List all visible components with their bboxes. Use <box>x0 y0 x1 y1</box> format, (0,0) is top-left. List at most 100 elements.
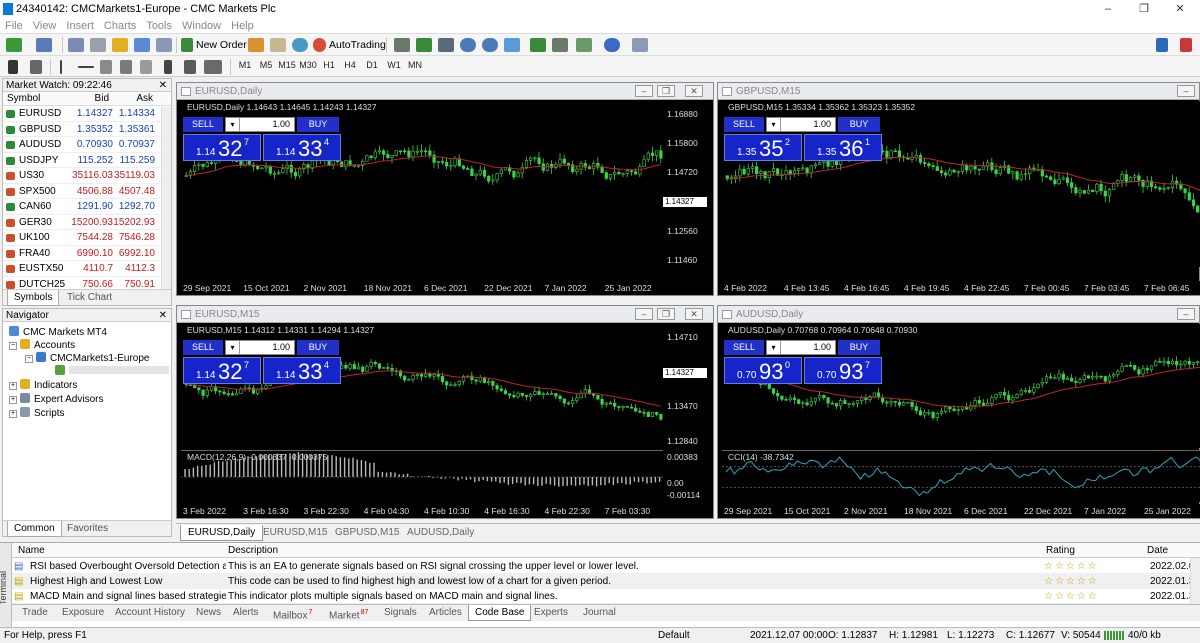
close-icon[interactable]: ✕ <box>685 308 703 320</box>
buy-button[interactable]: BUY <box>838 117 880 132</box>
collapse-icon[interactable]: − <box>25 355 33 363</box>
lot-size-input[interactable]: ▾ 1.00 <box>766 117 836 132</box>
community-icon[interactable] <box>1180 38 1192 52</box>
restore-icon[interactable]: ❐ <box>657 308 675 320</box>
tab-code-base[interactable]: Code Base <box>468 605 532 621</box>
tab-signals[interactable]: Signals <box>378 605 423 621</box>
buy-price[interactable]: 1.35 36 1 <box>804 134 882 161</box>
channel-icon[interactable] <box>120 60 132 74</box>
timeframe-m1[interactable]: M1 <box>236 60 254 70</box>
tab-experts[interactable]: Experts <box>528 605 574 621</box>
expand-icon[interactable]: + <box>9 410 17 418</box>
tab-account-history[interactable]: Account History <box>109 605 191 621</box>
collapse-icon[interactable]: − <box>9 342 17 350</box>
trendline-icon[interactable] <box>100 60 112 74</box>
tab-tick-chart[interactable]: Tick Chart <box>61 290 118 306</box>
buy-price[interactable]: 1.14 33 4 <box>263 134 341 161</box>
indicators-icon[interactable] <box>576 38 592 52</box>
nav-expert-advisors[interactable]: + Expert Advisors <box>9 393 103 405</box>
table-row[interactable]: ▤ MACD Main and signal lines based strat… <box>12 589 1200 604</box>
timeframe-mn[interactable]: MN <box>406 60 424 70</box>
tab-exposure[interactable]: Exposure <box>56 605 110 621</box>
new-order-button[interactable]: New Order <box>196 39 247 51</box>
column-ask[interactable]: Ask <box>136 92 153 106</box>
market-watch-row[interactable]: AUDUSD 0.70930 0.70937 <box>3 137 171 153</box>
market-watch-row[interactable]: UK100 7544.28 7546.28 <box>3 230 171 246</box>
buy-button[interactable]: BUY <box>297 340 339 355</box>
tab-mailbox[interactable]: Mailbox7 <box>267 605 318 621</box>
nav-accounts[interactable]: − Accounts <box>9 339 75 351</box>
tab-articles[interactable]: Articles <box>423 605 468 621</box>
templates-icon[interactable] <box>632 38 648 52</box>
crosshair-icon[interactable] <box>30 60 42 74</box>
metaeditor-icon[interactable] <box>248 38 264 52</box>
row-rating[interactable]: ☆☆☆☆☆ <box>1044 589 1099 604</box>
timeframe-h1[interactable]: H1 <box>320 60 338 70</box>
nav-scripts[interactable]: + Scripts <box>9 407 65 419</box>
sell-price[interactable]: 1.35 35 2 <box>724 134 802 161</box>
sell-button[interactable]: SELL <box>183 340 223 355</box>
chart-title-bar[interactable]: AUDUSD,Daily – <box>718 306 1199 323</box>
menu-charts[interactable]: Charts <box>99 18 141 34</box>
table-row[interactable]: ▤ Highest High and Lowest Low This code … <box>12 574 1200 589</box>
terminal-scrollbar[interactable] <box>1190 558 1200 604</box>
market-watch-row[interactable]: GBPUSD 1.35352 1.35361 <box>3 122 171 137</box>
sell-button[interactable]: SELL <box>724 340 764 355</box>
label-icon[interactable] <box>184 60 196 74</box>
market-watch-row[interactable]: USDJPY 115.252 115.259 <box>3 153 171 168</box>
profiles-icon[interactable] <box>36 38 52 52</box>
timeframe-d1[interactable]: D1 <box>363 60 381 70</box>
menu-tools[interactable]: Tools <box>141 18 177 34</box>
chart-tab-audusd-daily[interactable]: AUDUSD,Daily <box>400 525 481 541</box>
timeframe-m15[interactable]: M15 <box>278 60 296 70</box>
text-icon[interactable] <box>164 60 172 74</box>
minimize-icon[interactable]: – <box>635 308 653 320</box>
terminal-icon[interactable] <box>134 38 150 52</box>
chart-window[interactable]: GBPUSD,M15 – GBPUSD,M15 1.35334 1.35362 1.… <box>717 82 1200 296</box>
chart-shift-icon[interactable] <box>530 38 546 52</box>
column-bid[interactable]: Bid <box>95 92 109 106</box>
chevron-down-icon[interactable]: ▾ <box>767 118 781 131</box>
tab-symbols[interactable]: Symbols <box>7 290 60 306</box>
options-icon[interactable] <box>270 38 286 52</box>
new-order-icon[interactable] <box>181 38 193 52</box>
restore-icon[interactable]: ❐ <box>657 85 675 97</box>
autotrading-icon[interactable] <box>313 38 326 52</box>
minimize-icon[interactable]: – <box>1177 85 1195 97</box>
menu-view[interactable]: View <box>28 18 62 34</box>
autoscroll-icon[interactable] <box>552 38 568 52</box>
column-name[interactable]: Name <box>18 543 45 558</box>
chart-window[interactable]: EURUSD,Daily – ❐ ✕ EURUSD,Daily 1.14643 1.14… <box>176 82 714 296</box>
tab-alerts[interactable]: Alerts <box>227 605 265 621</box>
sell-button[interactable]: SELL <box>724 117 764 132</box>
chart-tab-eurusd-daily[interactable]: EURUSD,Daily <box>180 525 264 541</box>
chevron-down-icon[interactable]: ▾ <box>767 341 781 354</box>
navigator-icon[interactable] <box>112 38 128 52</box>
zoom-in-icon[interactable] <box>460 38 476 52</box>
timeframe-w1[interactable]: W1 <box>385 60 403 70</box>
search-icon[interactable] <box>1156 38 1168 52</box>
chart-tab-gbpusd-m15[interactable]: GBPUSD,M15 <box>328 525 406 541</box>
menu-window[interactable]: Window <box>177 18 226 34</box>
close-icon[interactable]: ✕ <box>159 309 167 322</box>
vertical-line-icon[interactable] <box>60 60 62 74</box>
tab-news[interactable]: News <box>190 605 227 621</box>
menu-help[interactable]: Help <box>226 18 259 34</box>
column-date[interactable]: Date <box>1147 543 1168 558</box>
tab-favorites[interactable]: Favorites <box>61 521 114 537</box>
market-watch-row[interactable]: FRA40 6990.10 6992.10 <box>3 246 171 261</box>
candlesticks-icon[interactable] <box>416 38 432 52</box>
chart-title-bar[interactable]: EURUSD,Daily – ❐ ✕ <box>177 83 713 100</box>
chevron-down-icon[interactable]: ▾ <box>226 341 240 354</box>
buy-price[interactable]: 0.70 93 7 <box>804 357 882 384</box>
tab-common[interactable]: Common <box>7 521 62 537</box>
timeframe-m5[interactable]: M5 <box>257 60 275 70</box>
zoom-out-icon[interactable] <box>482 38 498 52</box>
close-button[interactable]: ✕ <box>1162 0 1198 18</box>
chart-window[interactable]: EURUSD,M15 – ❐ ✕ EURUSD,M15 1.14312 1.14331 … <box>176 305 714 519</box>
market-watch-row[interactable]: GER30 15200.93 15202.93 <box>3 215 171 230</box>
column-description[interactable]: Description <box>228 543 278 558</box>
expand-icon[interactable]: + <box>9 382 17 390</box>
cursor-icon[interactable] <box>8 60 18 74</box>
tab-market[interactable]: Market87 <box>323 605 374 621</box>
